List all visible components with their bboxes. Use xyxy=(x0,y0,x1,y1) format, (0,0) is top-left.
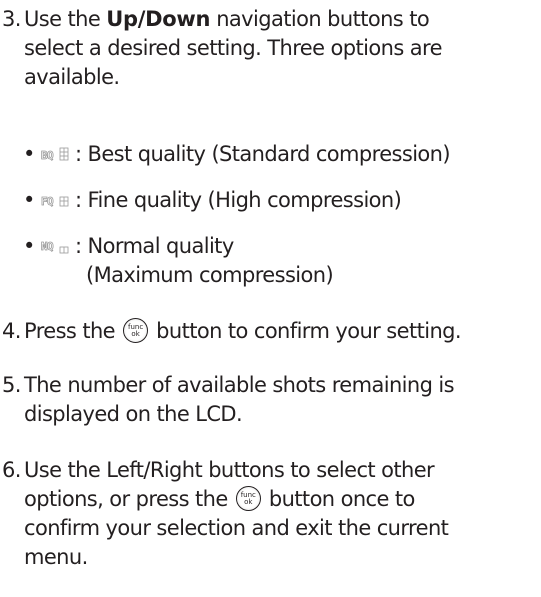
step-text-line: The number of available shots remaining … xyxy=(24,373,455,397)
step-number: 3. xyxy=(2,7,21,31)
bullet-dot: • xyxy=(23,142,35,166)
step-5: 5. The number of available shots remaini… xyxy=(2,371,540,429)
step-text-line: confirm your selection and exit the curr… xyxy=(24,516,449,540)
step-text-line: available. xyxy=(24,65,120,89)
step-text-part: Use the xyxy=(24,7,107,31)
option-text: : Best quality (Standard compression) xyxy=(75,142,451,166)
step-text: Press the func ok button to confirm your … xyxy=(2,317,540,346)
step-text-line: displayed on the LCD. xyxy=(24,402,243,426)
ok-label: ok xyxy=(244,498,253,506)
normal-quality-icon: NQ xyxy=(41,240,69,254)
step-text-part: navigation buttons to xyxy=(210,7,430,31)
option-text-line: : Normal quality xyxy=(75,234,234,258)
bullet-dot: • xyxy=(23,188,35,212)
func-ok-button-icon: func ok xyxy=(235,486,261,511)
step-text: Use the Left/Right buttons to select oth… xyxy=(2,456,540,572)
step-text-part: button once to xyxy=(262,487,416,511)
option-text: : Fine quality (High compression) xyxy=(75,188,402,212)
option-text-line: (Maximum compression) xyxy=(86,263,334,287)
ok-label: ok xyxy=(131,330,140,338)
option-text: : Normal quality (Maximum compression) xyxy=(75,232,334,290)
step-text-part: Press the xyxy=(24,319,122,343)
step-text-line: menu. xyxy=(24,545,88,569)
step-text-line: select a desired setting. Three options … xyxy=(24,36,443,60)
best-quality-icon: BQ xyxy=(41,147,69,162)
step-4: 4. Press the func ok button to confirm yo… xyxy=(2,317,540,346)
bold-keyword: Up/Down xyxy=(106,7,211,31)
step-3: 3. Use the Up/Down navigation buttons to… xyxy=(2,5,540,92)
bullet-dot: • xyxy=(23,234,35,258)
step-number: 6. xyxy=(2,458,21,482)
icon-label: NQ xyxy=(41,240,54,253)
func-ok-button-icon: func ok xyxy=(123,318,149,343)
step-text-part: options, or press the xyxy=(24,487,234,511)
icon-label: BQ xyxy=(41,149,54,162)
step-number: 4. xyxy=(2,319,21,343)
icon-label: FQ xyxy=(41,195,54,208)
step-text: Use the Up/Down navigation buttons to sel… xyxy=(2,5,540,92)
fine-quality-icon: FQ xyxy=(41,195,69,208)
step-text: The number of available shots remaining … xyxy=(2,371,540,429)
step-text-line: Use the Left/Right buttons to select oth… xyxy=(24,458,435,482)
step-text-part: button to confirm your setting. xyxy=(150,319,461,343)
manual-page: 3. Use the Up/Down navigation buttons to… xyxy=(0,0,541,597)
step-6: 6. Use the Left/Right buttons to select … xyxy=(2,456,540,572)
step-number: 5. xyxy=(2,373,21,397)
